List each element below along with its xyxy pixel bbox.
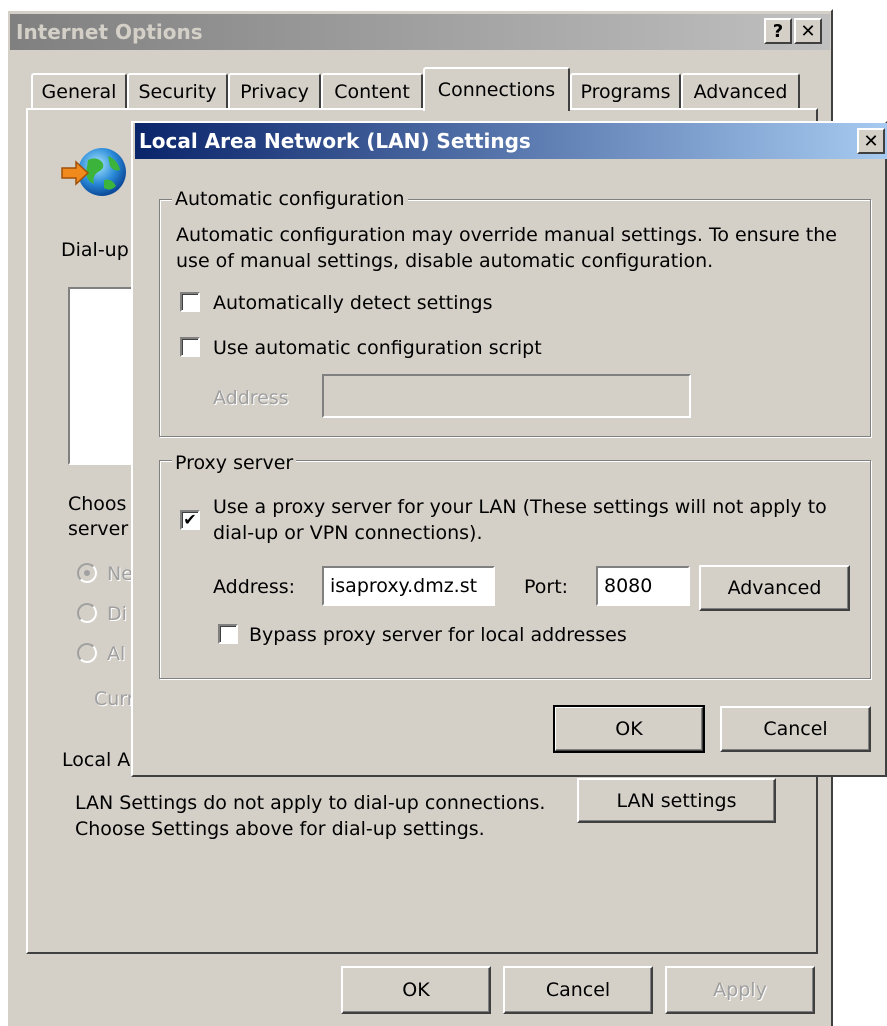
tab-label: Privacy <box>240 81 309 103</box>
tab-label: Advanced <box>693 81 788 103</box>
auto-detect-checkbox[interactable] <box>180 292 200 312</box>
help-button[interactable]: ? <box>764 18 792 44</box>
proxy-server-legend: Proxy server <box>172 452 297 474</box>
tab-label: Programs <box>580 81 671 103</box>
proxy-port-label: Port: <box>524 576 569 598</box>
proxy-advanced-button[interactable]: Advanced <box>699 565 850 611</box>
lan-cancel-label: Cancel <box>763 718 828 740</box>
tab-label: General <box>41 81 117 103</box>
script-address-label: Address <box>213 387 289 409</box>
current-label: Curr <box>94 688 135 710</box>
radio-always-dial[interactable] <box>77 643 97 663</box>
auto-detect-label: Automatically detect settings <box>213 292 493 314</box>
lan-settings-label: LAN settings <box>616 789 737 812</box>
advanced-label: Advanced <box>727 577 822 599</box>
tab-label: Content <box>334 81 410 103</box>
tab-programs[interactable]: Programs <box>570 73 681 109</box>
lan-close-button[interactable]: ✕ <box>857 128 885 154</box>
proxy-address-label: Address: <box>213 576 296 598</box>
radio-never-label: Ne <box>107 563 133 585</box>
auto-config-description-1: Automatic configuration may override man… <box>176 224 837 246</box>
close-icon: ✕ <box>863 130 879 152</box>
ok-button[interactable]: OK <box>341 966 491 1014</box>
tab-connections[interactable]: Connections <box>423 67 570 111</box>
dialup-connections-list[interactable] <box>68 287 138 465</box>
choose-text-1: Choos <box>68 493 127 515</box>
lan-cancel-button[interactable]: Cancel <box>720 706 871 752</box>
tab-advanced[interactable]: Advanced <box>681 73 800 109</box>
proxy-address-input[interactable]: isaproxy.dmz.st <box>322 566 495 606</box>
cancel-label: Cancel <box>545 979 611 1001</box>
radio-always-label: Al <box>107 643 126 665</box>
window-title: Internet Options <box>16 20 203 44</box>
lan-note-line-2: Choose Settings above for dial-up settin… <box>75 818 485 840</box>
auto-config-script-checkbox[interactable] <box>180 337 200 357</box>
proxy-address-value: isaproxy.dmz.st <box>330 575 478 597</box>
choose-text-2: server <box>68 518 129 540</box>
bypass-local-checkbox[interactable] <box>218 624 238 644</box>
lan-dialog-title-bar[interactable]: Local Area Network (LAN) Settings <box>135 123 887 159</box>
script-address-input[interactable] <box>322 374 691 418</box>
tab-label: Connections <box>437 79 556 101</box>
auto-config-description-2: use of manual settings, disable automati… <box>176 250 714 272</box>
internet-options-title-bar[interactable]: Internet Options <box>10 14 830 50</box>
radio-dial-whenever[interactable] <box>77 603 97 623</box>
help-icon: ? <box>772 20 784 42</box>
use-proxy-checkbox[interactable]: ✔ <box>180 510 200 530</box>
apply-button[interactable]: Apply <box>665 966 815 1014</box>
local-area-label: Local A <box>62 749 131 771</box>
proxy-port-value: 8080 <box>604 575 653 597</box>
tab-privacy[interactable]: Privacy <box>228 73 321 109</box>
apply-label: Apply <box>713 979 767 1001</box>
radio-dial-label: Di <box>107 603 127 625</box>
dialup-label: Dial-up <box>61 239 129 261</box>
cancel-button[interactable]: Cancel <box>503 966 653 1014</box>
lan-ok-label: OK <box>615 718 643 740</box>
tab-general[interactable]: General <box>31 73 127 109</box>
close-button[interactable]: ✕ <box>794 18 822 44</box>
lan-note-line-1: LAN Settings do not apply to dial-up con… <box>75 792 546 814</box>
tab-label: Security <box>138 81 217 103</box>
automatic-configuration-legend: Automatic configuration <box>172 188 408 210</box>
auto-config-script-label: Use automatic configuration script <box>213 337 542 359</box>
bypass-local-label: Bypass proxy server for local addresses <box>249 624 627 646</box>
lan-dialog-title: Local Area Network (LAN) Settings <box>139 129 531 153</box>
check-icon: ✔ <box>183 510 197 529</box>
use-proxy-label-2: dial-up or VPN connections). <box>213 522 483 544</box>
globe-connection-icon <box>58 146 128 202</box>
ok-label: OK <box>402 979 430 1001</box>
lan-settings-button[interactable]: LAN settings <box>577 778 776 823</box>
close-icon: ✕ <box>800 20 816 42</box>
tab-security[interactable]: Security <box>127 73 228 109</box>
radio-never-dial[interactable] <box>77 563 97 583</box>
lan-ok-button[interactable]: OK <box>553 705 705 753</box>
proxy-port-input[interactable]: 8080 <box>596 566 690 606</box>
tab-content[interactable]: Content <box>321 73 423 109</box>
use-proxy-label-1: Use a proxy server for your LAN (These s… <box>213 496 827 518</box>
